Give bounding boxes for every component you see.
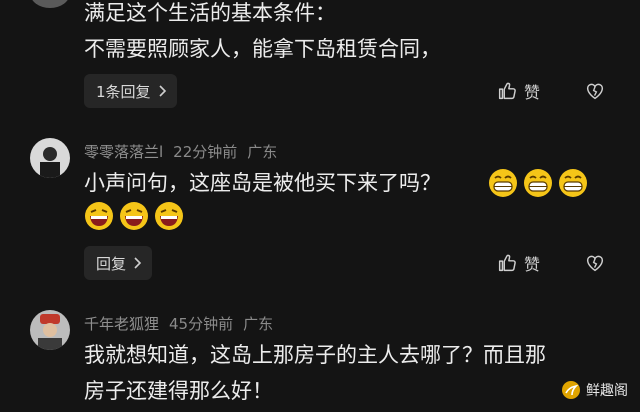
avatar-top-cropped[interactable] — [30, 0, 70, 8]
comment-text: 小声问句，这座岛是被他买下来了吗？ — [84, 171, 441, 195]
reply-label: 回复 — [96, 254, 127, 273]
laugh-emoji-icon — [119, 201, 149, 231]
timestamp: 22分钟前 — [173, 143, 238, 161]
like-label: 赞 — [524, 255, 541, 274]
chevron-right-icon — [157, 85, 167, 97]
watermark: 鲜趣阁 — [561, 380, 628, 400]
avatar[interactable] — [30, 138, 70, 178]
emoji-row — [84, 201, 184, 231]
author-name[interactable]: 零零落落兰l — [84, 141, 163, 162]
chevron-right-icon — [132, 257, 142, 269]
comment-text-line: 满足这个生活的基本条件： — [84, 1, 336, 25]
thumbs-up-icon — [496, 252, 518, 274]
grin-emoji-icon — [488, 168, 518, 198]
grin-emoji-icon — [558, 168, 588, 198]
author-name[interactable]: 千年老狐狸 — [84, 313, 159, 334]
comment-meta: 零零落落兰l 22分钟前 广东 — [84, 141, 277, 162]
avatar[interactable] — [30, 310, 70, 350]
reply-count-label: 1条回复 — [96, 82, 151, 101]
comment-text-line: 房子还建得那么好！ — [84, 379, 273, 403]
laugh-emoji-icon — [84, 201, 114, 231]
location: 广东 — [243, 315, 274, 333]
comment-meta: 千年老狐狸 45分钟前 广东 — [84, 313, 273, 334]
view-replies-button[interactable]: 1条回复 — [84, 74, 177, 108]
comment-text-line: 不需要照顾家人，能拿下岛租赁合同， — [84, 37, 441, 61]
reply-button[interactable]: 回复 — [84, 246, 153, 280]
emoji-row — [488, 168, 588, 198]
like-label: 赞 — [524, 83, 541, 102]
location: 广东 — [247, 143, 278, 161]
grin-emoji-icon — [523, 168, 553, 198]
laugh-emoji-icon — [154, 201, 184, 231]
watermark-logo-icon — [561, 380, 581, 400]
thumbs-up-icon — [496, 80, 518, 102]
watermark-text: 鲜趣阁 — [586, 383, 628, 399]
dislike-broken-heart-icon[interactable] — [584, 80, 606, 102]
timestamp: 45分钟前 — [169, 315, 234, 333]
comment-text-line: 我就想知道，这岛上那房子的主人去哪了？而且那 — [84, 343, 546, 367]
dislike-broken-heart-icon[interactable] — [584, 252, 606, 274]
like-button[interactable]: 赞 — [496, 251, 540, 275]
like-button[interactable]: 赞 — [496, 79, 540, 103]
